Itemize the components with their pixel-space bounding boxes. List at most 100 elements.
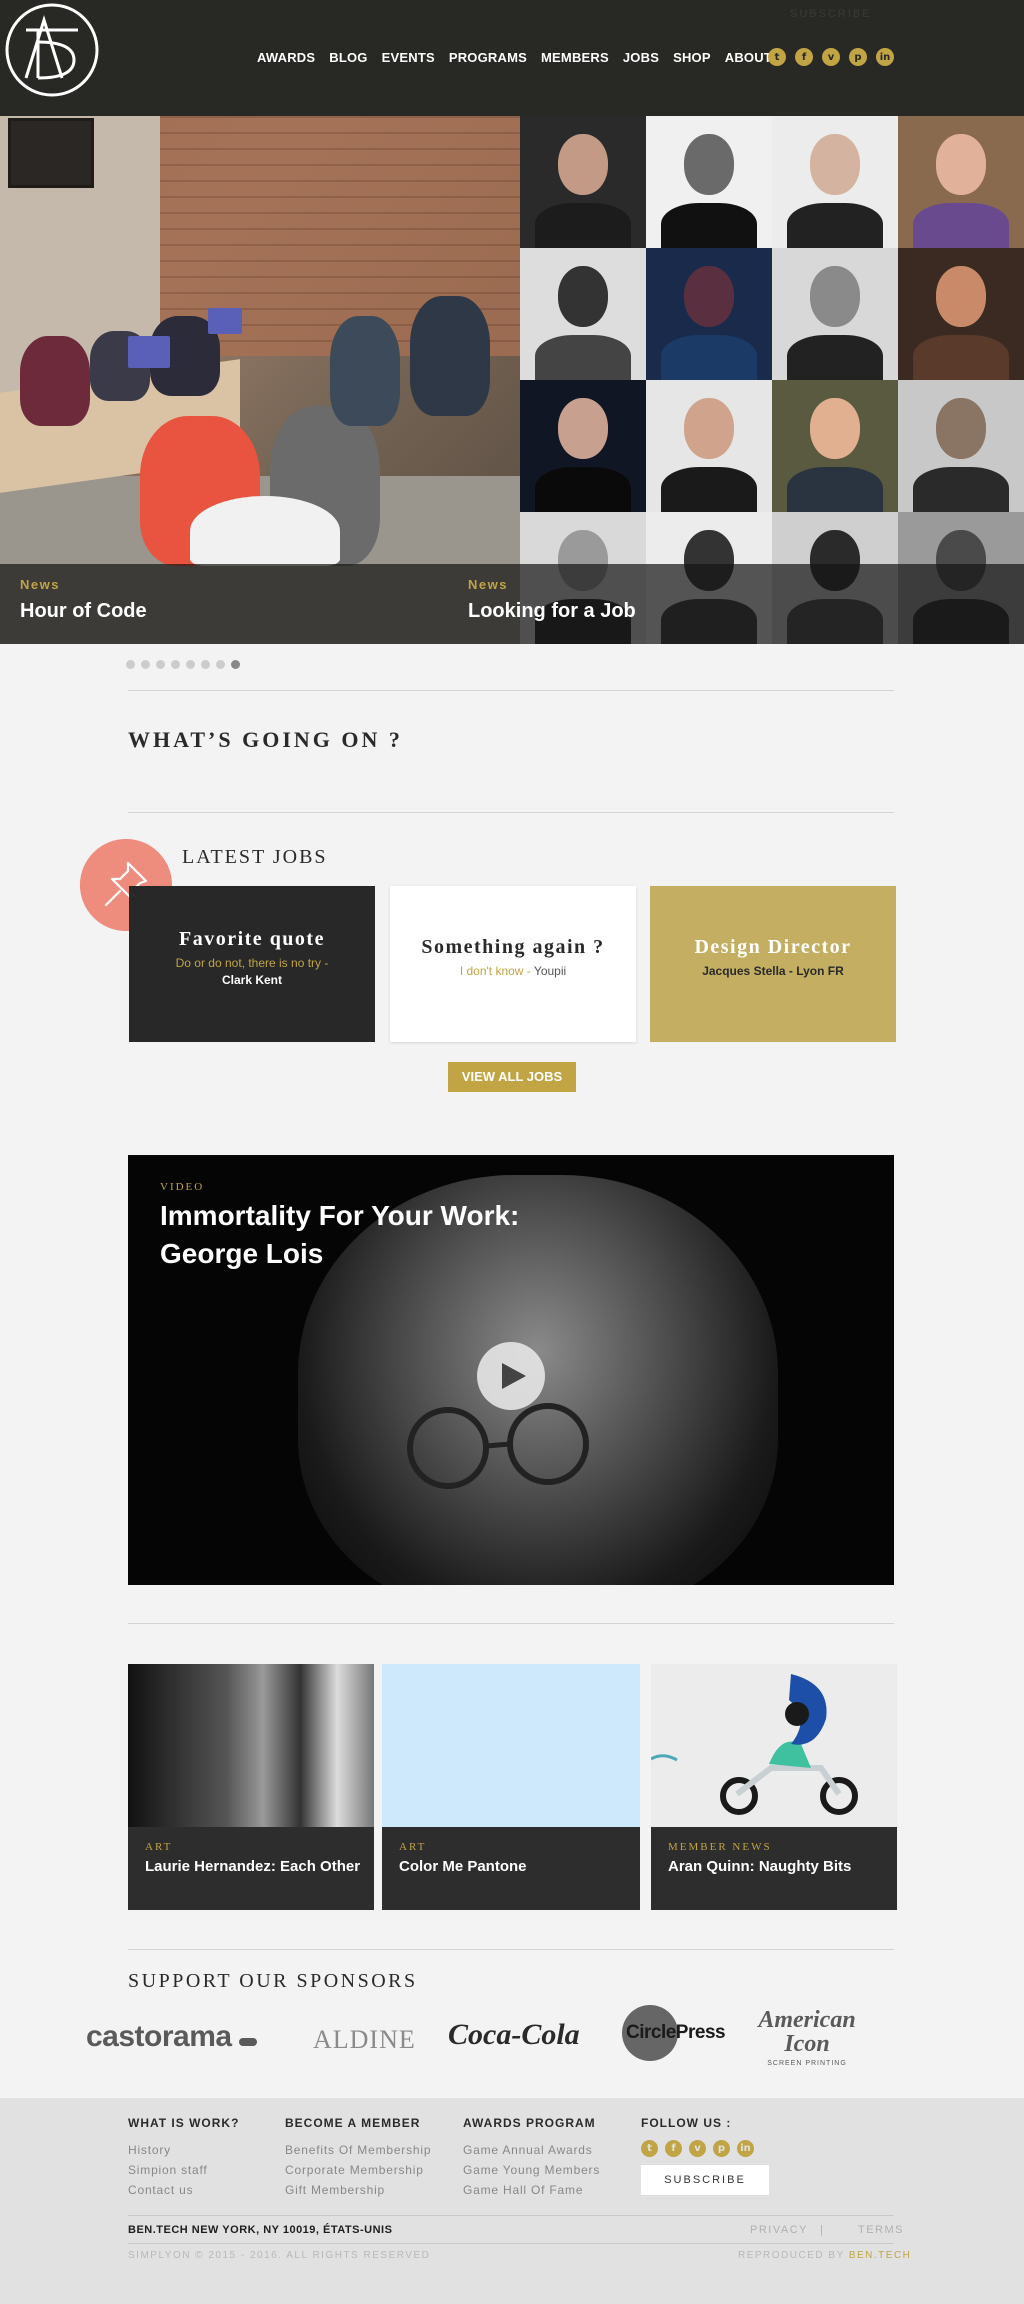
slider-dot[interactable]	[156, 660, 165, 669]
member-portrait	[646, 248, 772, 380]
footer-link-benefits[interactable]: Benefits Of Membership	[285, 2140, 431, 2160]
terms-link[interactable]: TERMS	[858, 2224, 904, 2236]
job-highlight: Do or do not, there is no try -	[175, 956, 329, 970]
castorama-bar-icon	[239, 2037, 258, 2046]
article-tag: ART	[145, 1841, 173, 1853]
nav-blog[interactable]: BLOG	[329, 50, 367, 65]
photo-person	[410, 296, 490, 416]
article-title: Aran Quinn: Naughty Bits	[668, 1858, 852, 1875]
job-detail: Youpii	[533, 964, 567, 978]
member-portrait	[520, 380, 646, 512]
member-portrait	[898, 116, 1024, 248]
footer-link-young-members[interactable]: Game Young Members	[463, 2160, 600, 2180]
facebook-icon[interactable]: f	[795, 48, 813, 66]
facebook-icon[interactable]: f	[665, 2140, 682, 2157]
photo-frame	[8, 118, 94, 188]
site-logo-icon[interactable]	[4, 2, 100, 98]
footer-link-annual-awards[interactable]: Game Annual Awards	[463, 2140, 600, 2160]
member-portrait	[772, 116, 898, 248]
nav-events[interactable]: EVENTS	[382, 50, 435, 65]
article-image	[382, 1664, 640, 1827]
job-title: Favorite quote	[179, 928, 325, 950]
sponsor-name: ALDINE	[313, 2025, 416, 2054]
view-all-jobs-button[interactable]: VIEW ALL JOBS	[448, 1062, 576, 1092]
play-icon[interactable]	[477, 1342, 545, 1410]
pinterest-icon[interactable]: p	[713, 2140, 730, 2157]
footer-heading: WHAT IS WORK?	[128, 2116, 240, 2130]
footer-column-work: WHAT IS WORK? History Simpion staff Cont…	[128, 2116, 239, 2200]
main-nav: AWARDS BLOG EVENTS PROGRAMS MEMBERS JOBS…	[257, 50, 786, 65]
slider-dot[interactable]	[141, 660, 150, 669]
job-detail: Jacques Stella - Lyon FR	[702, 964, 844, 978]
sponsor-coca-cola[interactable]: Coca-Cola	[448, 2018, 580, 2052]
twitter-icon[interactable]: t	[641, 2140, 658, 2157]
photo-person	[20, 336, 90, 426]
article-card[interactable]: MEMBER NEWS Aran Quinn: Naughty Bits	[651, 1664, 897, 1910]
hero-slider[interactable]: News Hour of Code News Looking for a Job	[0, 116, 1024, 644]
header-subscribe-link[interactable]: SUBSCRIBE	[790, 8, 872, 20]
article-card[interactable]: ART Laurie Hernandez: Each Other	[128, 1664, 374, 1910]
job-card[interactable]: Favorite quote Do or do not, there is no…	[129, 886, 375, 1042]
sponsor-castorama[interactable]: castorama	[86, 2020, 258, 2054]
sponsor-circlepress[interactable]: CirclePress	[622, 2005, 726, 2061]
slide-1-tag: News	[20, 577, 60, 592]
featured-video[interactable]: VIDEO Immortality For Your Work: George …	[128, 1155, 894, 1585]
article-image	[128, 1664, 374, 1827]
nav-shop[interactable]: SHOP	[673, 50, 711, 65]
pinterest-icon[interactable]: p	[849, 48, 867, 66]
sponsor-american-icon[interactable]: American Icon SCREEN PRINTING	[752, 2008, 862, 2067]
video-title[interactable]: Immortality For Your Work: George Lois	[160, 1197, 580, 1273]
slider-dot[interactable]	[186, 660, 195, 669]
footer-link-gift[interactable]: Gift Membership	[285, 2180, 431, 2200]
job-card[interactable]: Design Director Jacques Stella - Lyon FR	[650, 886, 896, 1042]
slider-dots	[126, 660, 240, 669]
sponsor-name: CirclePress	[626, 2022, 726, 2043]
member-portrait	[520, 248, 646, 380]
member-portrait	[772, 248, 898, 380]
nav-programs[interactable]: PROGRAMS	[449, 50, 527, 65]
job-title: Something again ?	[421, 936, 605, 958]
latest-jobs-heading: LATEST JOBS	[182, 846, 328, 868]
member-portrait	[520, 116, 646, 248]
sponsor-name: American Icon	[758, 2007, 856, 2057]
vimeo-icon[interactable]: v	[689, 2140, 706, 2157]
article-title: Color Me Pantone	[399, 1858, 527, 1875]
job-card[interactable]: Something again ? I don't know - Youpii	[390, 886, 636, 1042]
linkedin-icon[interactable]: in	[737, 2140, 754, 2157]
portrait-glasses	[407, 1403, 589, 1489]
member-portrait	[772, 380, 898, 512]
article-card[interactable]: ART Color Me Pantone	[382, 1664, 640, 1910]
reproduced-by-label: REPRODUCED BY	[738, 2250, 845, 2261]
site-header: SUBSCRIBE AWARDS BLOG EVENTS PROGRAMS ME…	[0, 0, 1024, 116]
slider-dot[interactable]	[216, 660, 225, 669]
sponsor-aldine[interactable]: ALDINE	[313, 2025, 416, 2055]
sponsor-name: Coca-Cola	[448, 2018, 580, 2051]
slider-dot[interactable]	[201, 660, 210, 669]
footer-divider	[128, 2215, 894, 2216]
member-portrait	[898, 248, 1024, 380]
twitter-icon[interactable]: t	[768, 48, 786, 66]
privacy-link[interactable]: PRIVACY	[750, 2224, 808, 2236]
reproduced-by-name[interactable]: BEN.TECH	[849, 2250, 912, 2261]
slider-dot[interactable]	[126, 660, 135, 669]
vimeo-icon[interactable]: v	[822, 48, 840, 66]
footer-link-staff[interactable]: Simpion staff	[128, 2160, 239, 2180]
slide-1-title[interactable]: Hour of Code	[20, 600, 147, 623]
linkedin-icon[interactable]: in	[876, 48, 894, 66]
photo-chair	[190, 496, 340, 566]
footer-link-hall-of-fame[interactable]: Game Hall Of Fame	[463, 2180, 600, 2200]
footer-link-contact[interactable]: Contact us	[128, 2180, 239, 2200]
article-title: Laurie Hernandez: Each Other	[145, 1858, 361, 1875]
footer-link-history[interactable]: History	[128, 2140, 239, 2160]
nav-jobs[interactable]: JOBS	[623, 50, 659, 65]
footer-link-corporate[interactable]: Corporate Membership	[285, 2160, 431, 2180]
sponsors-heading: SUPPORT OUR SPONSORS	[128, 1970, 418, 1992]
nav-awards[interactable]: AWARDS	[257, 50, 315, 65]
slider-dot[interactable]	[171, 660, 180, 669]
slide-2-title[interactable]: Looking for a Job	[468, 600, 636, 623]
subscribe-button[interactable]: SUBSCRIBE	[641, 2165, 769, 2195]
nav-about[interactable]: ABOUT	[725, 50, 772, 65]
sponsor-tagline: SCREEN PRINTING	[767, 2060, 847, 2067]
nav-members[interactable]: MEMBERS	[541, 50, 609, 65]
slider-dot[interactable]	[231, 660, 240, 669]
